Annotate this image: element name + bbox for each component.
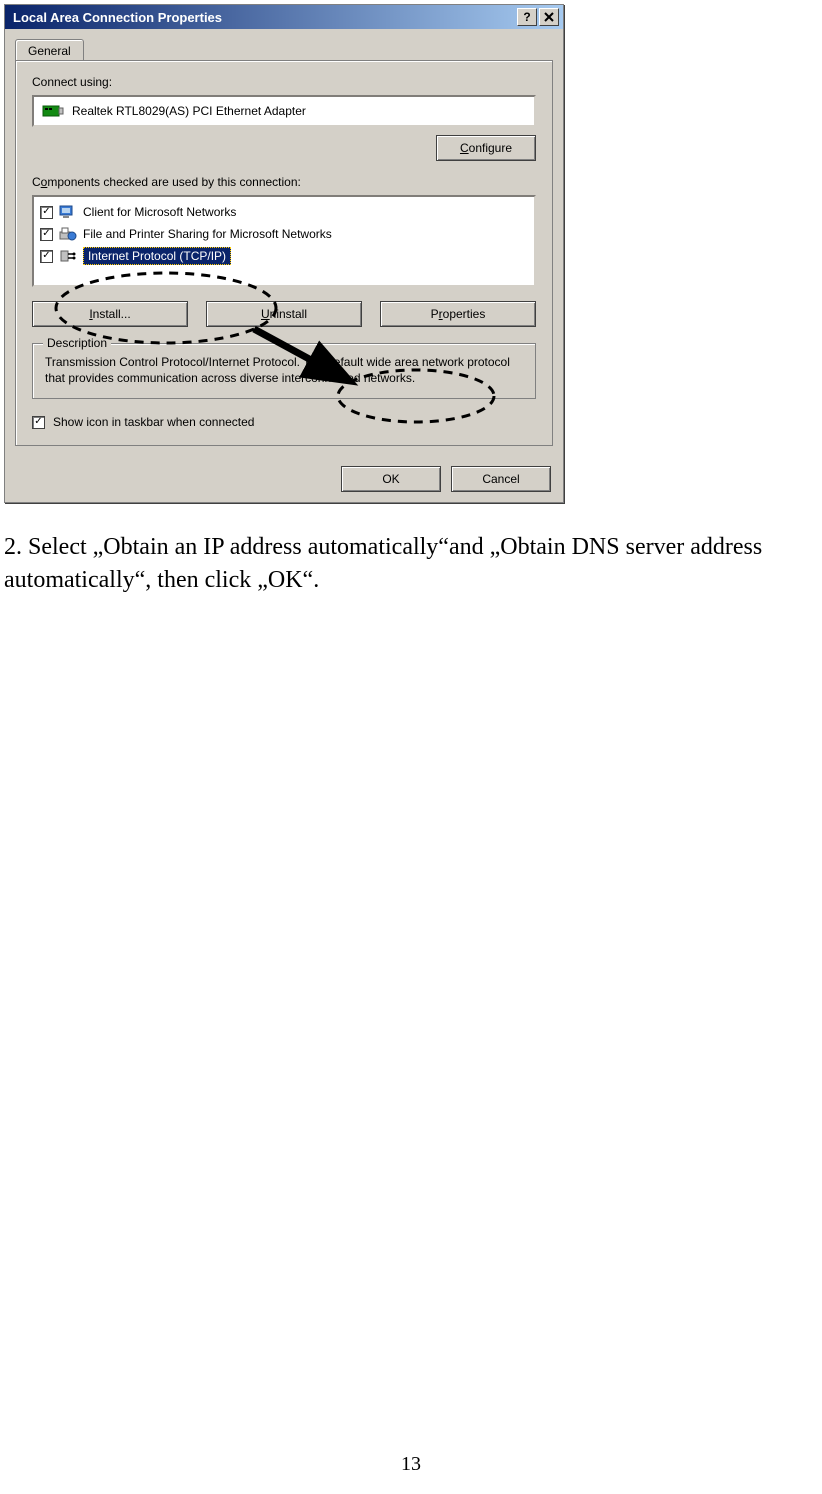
tab-general[interactable]: General bbox=[15, 39, 84, 62]
list-item[interactable]: ✓ File and Printer Sharing for Microsoft… bbox=[40, 223, 528, 245]
list-item-label: File and Printer Sharing for Microsoft N… bbox=[83, 227, 332, 241]
help-button[interactable]: ? bbox=[517, 8, 537, 26]
tab-strip: General bbox=[15, 37, 553, 61]
tab-label: General bbox=[28, 44, 71, 58]
page-number: 13 bbox=[0, 1453, 822, 1476]
description-group: Description Transmission Control Protoco… bbox=[32, 343, 536, 399]
configure-button[interactable]: CConfigureonfigure bbox=[436, 135, 536, 161]
components-list[interactable]: ✓ Client for Microsoft Networks ✓ bbox=[32, 195, 536, 287]
network-adapter-icon bbox=[42, 103, 64, 119]
properties-button[interactable]: Properties bbox=[380, 301, 536, 327]
checkbox[interactable]: ✓ bbox=[40, 250, 53, 263]
show-icon-checkbox[interactable]: ✓ bbox=[32, 416, 45, 429]
adapter-name: Realtek RTL8029(AS) PCI Ethernet Adapter bbox=[72, 104, 306, 118]
checkbox[interactable]: ✓ bbox=[40, 228, 53, 241]
dialog-footer: OK Cancel bbox=[5, 456, 563, 502]
close-icon bbox=[544, 12, 554, 22]
uninstall-button[interactable]: Uninstall bbox=[206, 301, 362, 327]
close-button[interactable] bbox=[539, 8, 559, 26]
install-button[interactable]: Install... bbox=[32, 301, 188, 327]
list-item[interactable]: ✓ Internet Protocol (TCP/IP) bbox=[40, 245, 528, 267]
list-item-label: Client for Microsoft Networks bbox=[83, 205, 236, 219]
connect-using-label: Connect using: bbox=[32, 75, 536, 89]
adapter-field: Realtek RTL8029(AS) PCI Ethernet Adapter bbox=[32, 95, 536, 127]
cancel-button[interactable]: Cancel bbox=[451, 466, 551, 492]
properties-dialog: Local Area Connection Properties ? Gener… bbox=[4, 4, 564, 503]
checkbox[interactable]: ✓ bbox=[40, 206, 53, 219]
titlebar: Local Area Connection Properties ? bbox=[5, 5, 563, 29]
list-item[interactable]: ✓ Client for Microsoft Networks bbox=[40, 201, 528, 223]
show-icon-row[interactable]: ✓ Show icon in taskbar when connected bbox=[32, 415, 536, 429]
ok-button[interactable]: OK bbox=[341, 466, 441, 492]
show-icon-label: Show icon in taskbar when connected bbox=[53, 415, 254, 429]
window-title: Local Area Connection Properties bbox=[9, 10, 515, 25]
components-label: Components checked are used by this conn… bbox=[32, 175, 536, 189]
client-icon bbox=[59, 204, 77, 220]
tab-panel: Connect using: Realtek RTL8029(AS) PCI E… bbox=[15, 60, 553, 446]
tcpip-protocol-icon bbox=[59, 248, 77, 264]
file-printer-sharing-icon bbox=[59, 226, 77, 242]
description-legend: Description bbox=[43, 336, 111, 350]
list-item-label-selected: Internet Protocol (TCP/IP) bbox=[83, 247, 231, 265]
description-text: Transmission Control Protocol/Internet P… bbox=[45, 354, 523, 386]
instruction-text: 2. Select „Obtain an IP address automati… bbox=[4, 531, 814, 596]
